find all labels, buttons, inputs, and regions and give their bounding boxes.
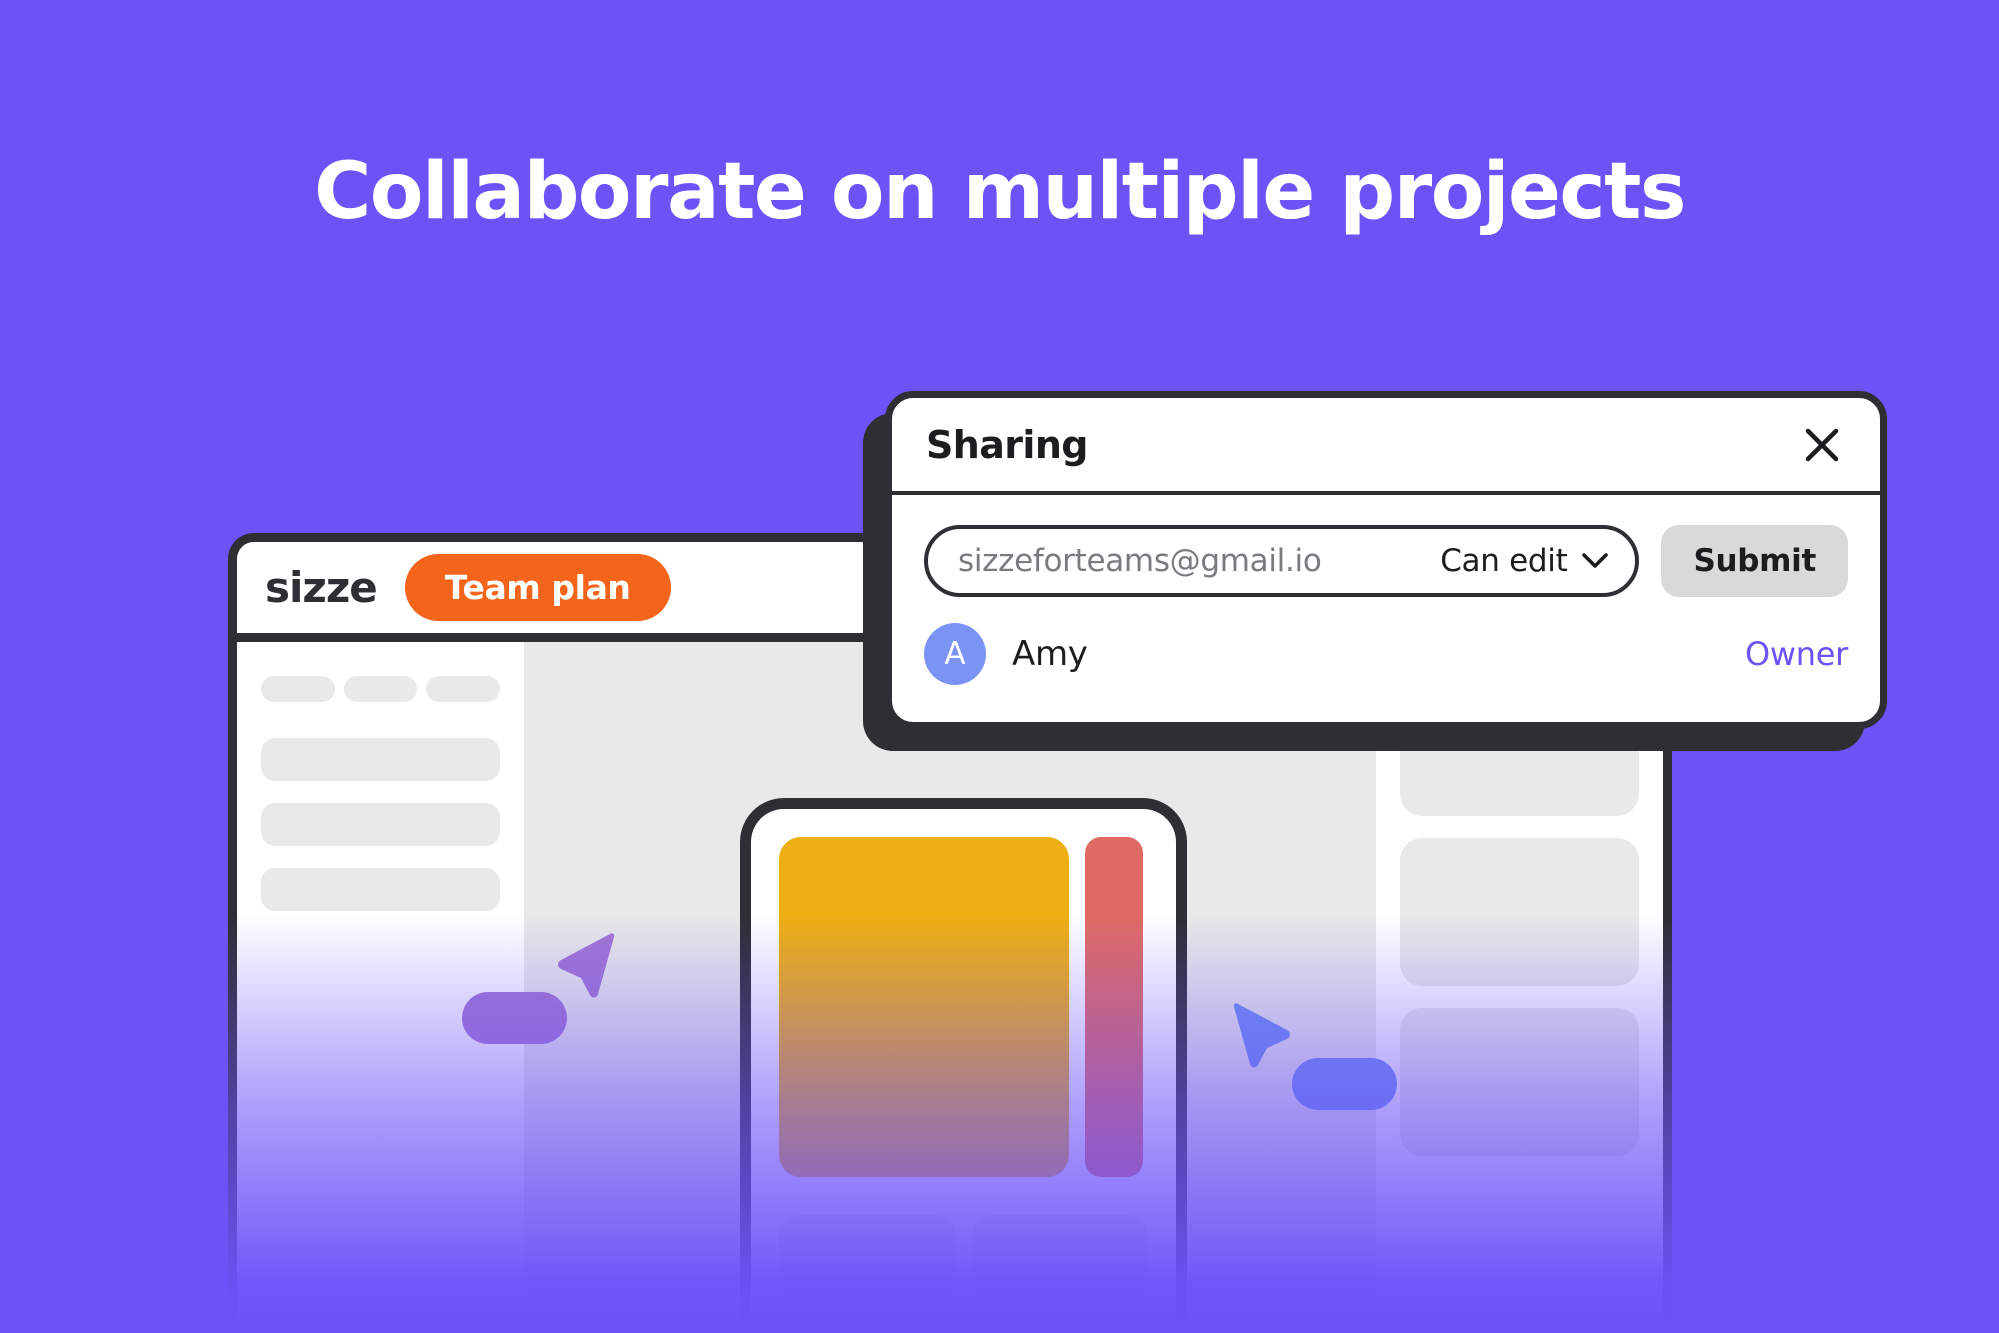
app-sidebar xyxy=(237,642,524,1333)
cursor-name-chip xyxy=(462,992,567,1044)
cursor-arrow-icon xyxy=(558,933,615,998)
sidebar-item[interactable] xyxy=(261,738,500,781)
email-input[interactable]: sizzeforteams@gmail.io xyxy=(958,543,1440,579)
submit-button[interactable]: Submit xyxy=(1661,525,1848,597)
email-field[interactable]: sizzeforteams@gmail.io Can edit xyxy=(924,525,1640,597)
sidebar-pill[interactable] xyxy=(261,676,335,702)
share-invite-row: sizzeforteams@gmail.io Can edit Submit xyxy=(924,525,1848,597)
cursor-arrow-icon xyxy=(1233,1003,1290,1068)
phone-tile-secondary[interactable] xyxy=(1085,837,1143,1177)
sizze-logo[interactable]: sizze xyxy=(265,563,378,612)
member-role[interactable]: Owner xyxy=(1745,635,1848,673)
sidebar-pill-row xyxy=(261,676,501,702)
dialog-content: sizzeforteams@gmail.io Can edit Submit A… xyxy=(892,495,1880,685)
sidebar-item[interactable] xyxy=(261,803,500,846)
sharing-dialog-wrapper: Sharing sizzeforteams@gmail.io Can edit xyxy=(863,391,1887,751)
right-panel-card[interactable] xyxy=(1400,838,1639,986)
phone-card[interactable] xyxy=(971,1215,1148,1330)
sidebar-item[interactable] xyxy=(261,868,500,911)
right-panel-card[interactable] xyxy=(1400,1008,1639,1156)
sidebar-pill[interactable] xyxy=(426,676,501,702)
avatar: A xyxy=(924,623,986,685)
phone-tile-primary[interactable] xyxy=(779,837,1069,1177)
dialog-title: Sharing xyxy=(926,422,1088,467)
team-plan-badge[interactable]: Team plan xyxy=(404,554,671,621)
cursor-name-chip xyxy=(1292,1058,1397,1110)
phone-card-row xyxy=(779,1215,1148,1330)
close-button[interactable] xyxy=(1798,421,1846,469)
close-icon xyxy=(1805,428,1839,461)
phone-mockup xyxy=(740,798,1187,1333)
mockup-stage: sizze Team plan Sharing sizzeforteams@gm… xyxy=(0,0,1999,1333)
member-name: Amy xyxy=(1012,634,1088,674)
phone-card[interactable] xyxy=(779,1215,956,1330)
member-row: A Amy Owner xyxy=(924,623,1848,685)
chevron-down-icon xyxy=(1582,553,1609,568)
permission-select[interactable]: Can edit xyxy=(1440,543,1609,579)
phone-tile-row xyxy=(779,837,1148,1177)
sidebar-pill[interactable] xyxy=(343,676,418,702)
dialog-header: Sharing xyxy=(892,398,1880,495)
sharing-dialog: Sharing sizzeforteams@gmail.io Can edit xyxy=(885,391,1887,729)
permission-selected-value: Can edit xyxy=(1440,543,1568,579)
